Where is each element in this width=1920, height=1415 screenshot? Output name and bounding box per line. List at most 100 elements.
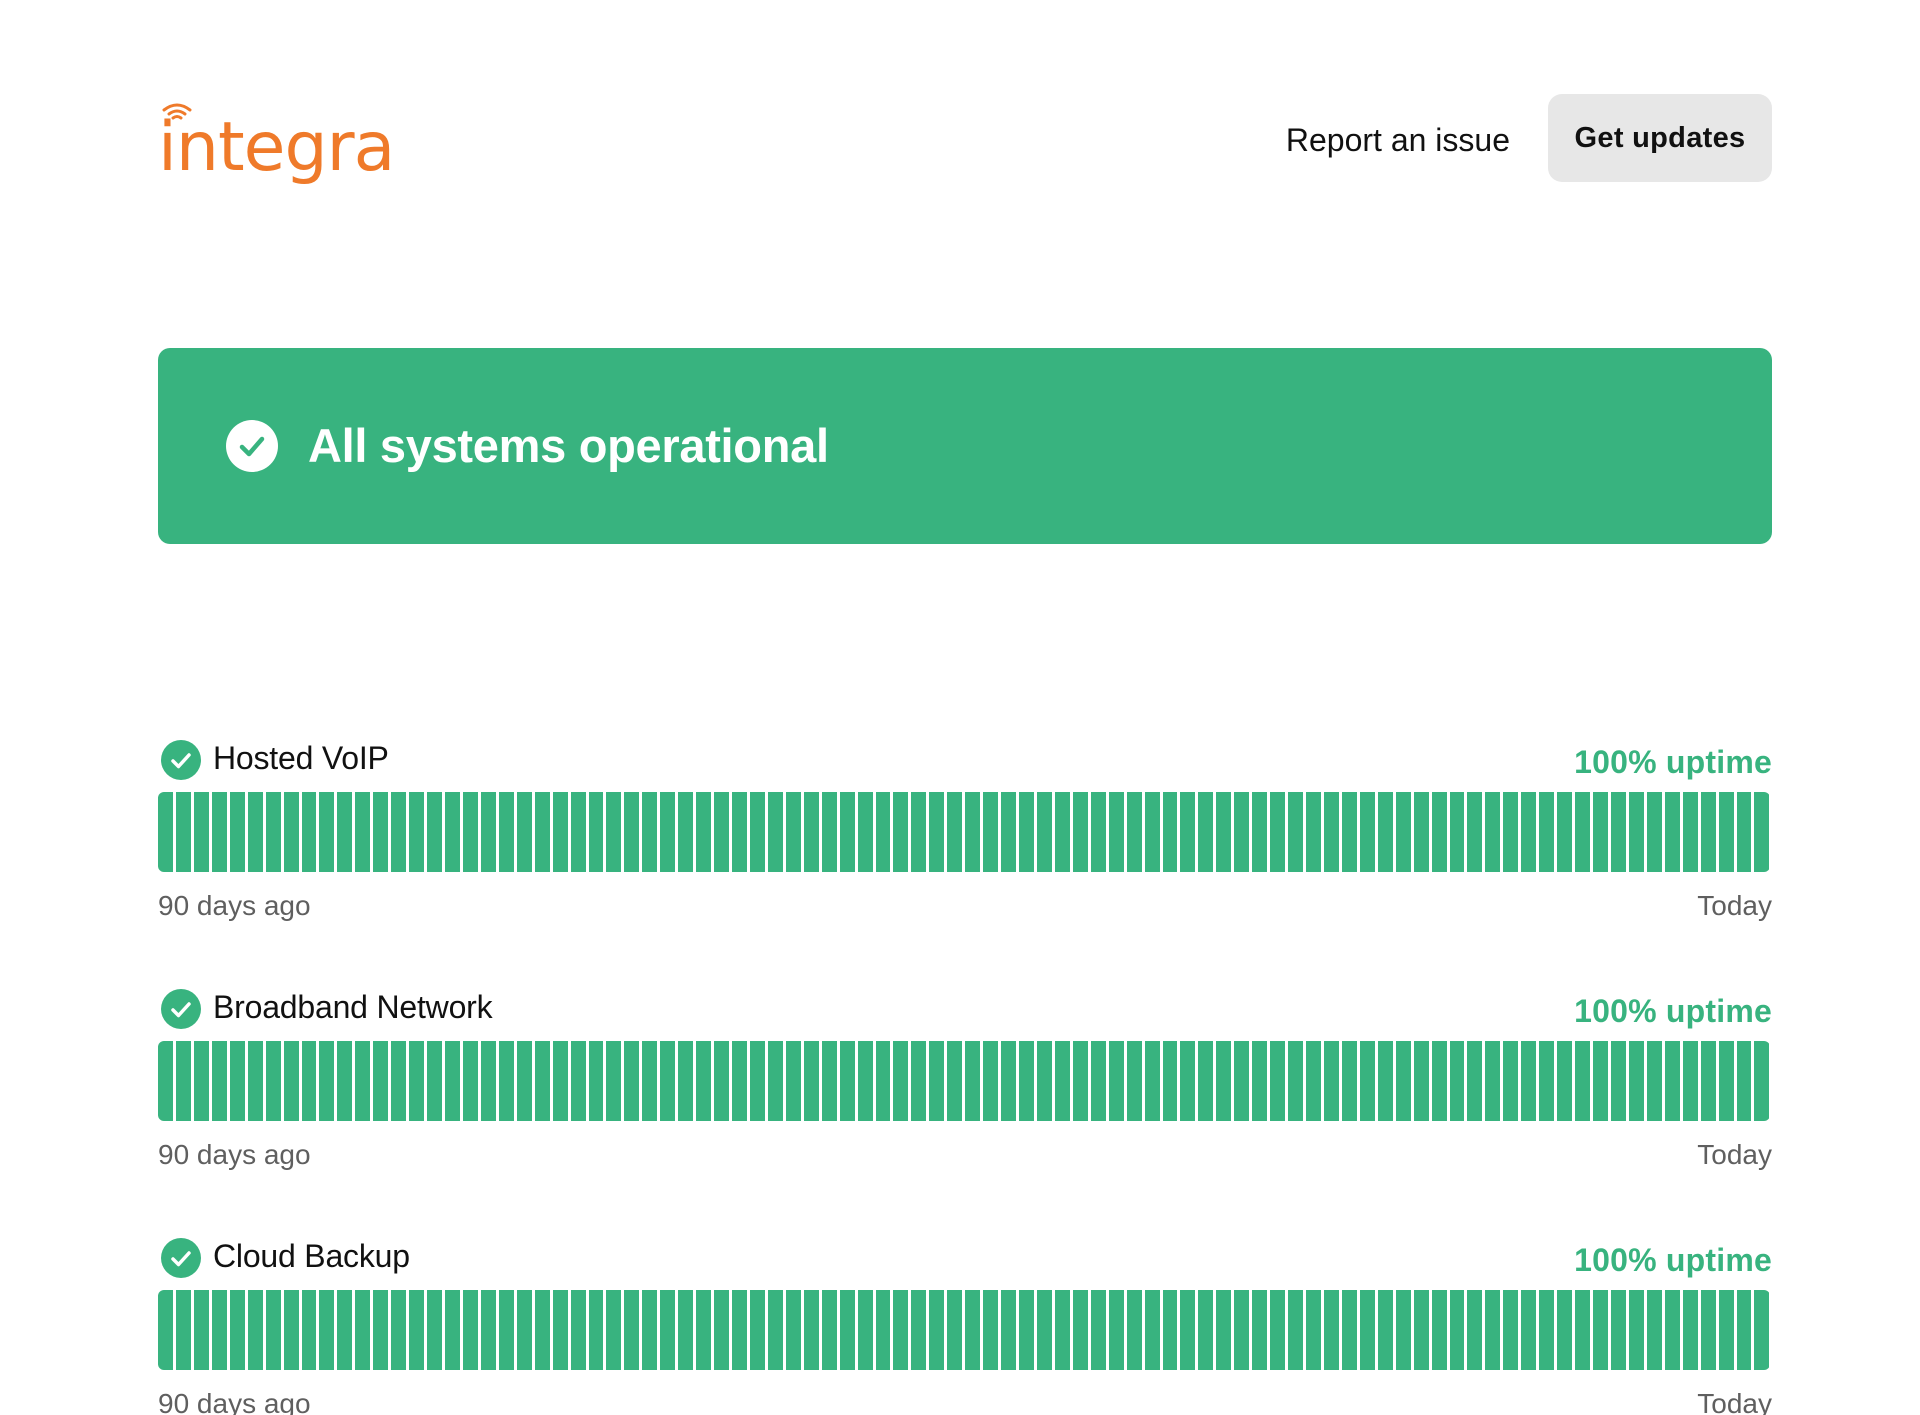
uptime-day-segment[interactable]: [229, 1041, 245, 1121]
uptime-day-segment[interactable]: [1270, 1041, 1286, 1121]
uptime-day-segment[interactable]: [319, 1041, 335, 1121]
uptime-day-segment[interactable]: [767, 1041, 783, 1121]
uptime-day-segment[interactable]: [247, 792, 263, 872]
uptime-day-segment[interactable]: [1610, 1290, 1626, 1370]
uptime-day-segment[interactable]: [839, 1290, 855, 1370]
uptime-day-segment[interactable]: [1521, 1290, 1537, 1370]
uptime-day-segment[interactable]: [1270, 792, 1286, 872]
uptime-day-segment[interactable]: [929, 1041, 945, 1121]
uptime-day-segment[interactable]: [785, 792, 801, 872]
uptime-day-segment[interactable]: [857, 1290, 873, 1370]
uptime-day-segment[interactable]: [1664, 792, 1680, 872]
uptime-day-segment[interactable]: [301, 792, 317, 872]
uptime-day-segment[interactable]: [570, 792, 586, 872]
uptime-day-segment[interactable]: [1718, 792, 1734, 872]
uptime-day-segment[interactable]: [158, 1290, 173, 1370]
uptime-day-segment[interactable]: [1377, 1041, 1393, 1121]
uptime-day-segment[interactable]: [1449, 1290, 1465, 1370]
uptime-day-segment[interactable]: [660, 1290, 676, 1370]
uptime-day-segment[interactable]: [1521, 792, 1537, 872]
uptime-day-segment[interactable]: [1485, 1290, 1501, 1370]
uptime-day-segment[interactable]: [678, 792, 694, 872]
uptime-day-segment[interactable]: [158, 1041, 173, 1121]
uptime-day-segment[interactable]: [1682, 1290, 1698, 1370]
uptime-day-segment[interactable]: [696, 1290, 712, 1370]
integra-logo[interactable]: integra: [158, 96, 395, 182]
uptime-day-segment[interactable]: [642, 792, 658, 872]
uptime-day-segment[interactable]: [1503, 1041, 1519, 1121]
uptime-day-segment[interactable]: [409, 1041, 425, 1121]
uptime-day-segment[interactable]: [660, 792, 676, 872]
uptime-day-segment[interactable]: [1234, 1041, 1250, 1121]
uptime-day-segment[interactable]: [534, 1041, 550, 1121]
uptime-day-segment[interactable]: [427, 1290, 442, 1370]
uptime-day-segment[interactable]: [462, 1290, 478, 1370]
uptime-day-segment[interactable]: [624, 1041, 640, 1121]
uptime-day-segment[interactable]: [1126, 1041, 1142, 1121]
uptime-day-segment[interactable]: [1306, 1290, 1321, 1370]
uptime-day-segment[interactable]: [1036, 1290, 1052, 1370]
uptime-day-segment[interactable]: [714, 792, 729, 872]
uptime-day-segment[interactable]: [624, 1290, 640, 1370]
uptime-day-segment[interactable]: [445, 1041, 460, 1121]
uptime-day-segment[interactable]: [1575, 1041, 1590, 1121]
uptime-day-segment[interactable]: [1539, 792, 1555, 872]
uptime-day-segment[interactable]: [283, 1290, 299, 1370]
uptime-day-segment[interactable]: [678, 1290, 694, 1370]
uptime-day-segment[interactable]: [373, 1041, 389, 1121]
uptime-day-segment[interactable]: [1270, 1290, 1286, 1370]
uptime-day-segment[interactable]: [1001, 1290, 1016, 1370]
uptime-day-segment[interactable]: [821, 1290, 837, 1370]
uptime-day-segment[interactable]: [373, 792, 389, 872]
uptime-day-segment[interactable]: [193, 792, 209, 872]
uptime-day-segment[interactable]: [1377, 792, 1393, 872]
uptime-day-segment[interactable]: [911, 1290, 927, 1370]
uptime-day-segment[interactable]: [767, 792, 783, 872]
uptime-day-segment[interactable]: [373, 1290, 389, 1370]
uptime-day-segment[interactable]: [1449, 792, 1465, 872]
uptime-day-segment[interactable]: [1539, 1041, 1555, 1121]
uptime-day-segment[interactable]: [570, 1041, 586, 1121]
uptime-day-segment[interactable]: [803, 1290, 819, 1370]
uptime-day-segment[interactable]: [1072, 1041, 1088, 1121]
uptime-day-segment[interactable]: [983, 1041, 999, 1121]
uptime-day-segment[interactable]: [696, 792, 712, 872]
uptime-day-segment[interactable]: [965, 1290, 981, 1370]
uptime-day-segment[interactable]: [319, 1290, 335, 1370]
uptime-day-segment[interactable]: [229, 792, 245, 872]
uptime-day-segment[interactable]: [265, 1041, 281, 1121]
uptime-day-segment[interactable]: [785, 1041, 801, 1121]
uptime-day-segment[interactable]: [1252, 1290, 1268, 1370]
uptime-day-segment[interactable]: [570, 1290, 586, 1370]
uptime-day-segment[interactable]: [1503, 1290, 1519, 1370]
uptime-day-segment[interactable]: [1162, 1290, 1178, 1370]
uptime-day-segment[interactable]: [588, 1041, 604, 1121]
uptime-day-segment[interactable]: [1628, 792, 1644, 872]
uptime-day-segment[interactable]: [498, 792, 514, 872]
uptime-day-segment[interactable]: [1036, 792, 1052, 872]
uptime-day-segment[interactable]: [1036, 1041, 1052, 1121]
uptime-day-segment[interactable]: [1323, 1290, 1339, 1370]
uptime-day-segment[interactable]: [1359, 792, 1375, 872]
uptime-day-segment[interactable]: [1180, 792, 1196, 872]
uptime-day-segment[interactable]: [516, 792, 532, 872]
uptime-day-segment[interactable]: [983, 792, 999, 872]
uptime-day-segment[interactable]: [337, 1290, 353, 1370]
uptime-day-segment[interactable]: [965, 1041, 981, 1121]
uptime-day-segment[interactable]: [1072, 1290, 1088, 1370]
uptime-day-segment[interactable]: [445, 1290, 460, 1370]
uptime-day-segment[interactable]: [1395, 792, 1411, 872]
uptime-day-segment[interactable]: [480, 1290, 496, 1370]
uptime-day-segment[interactable]: [1072, 792, 1088, 872]
uptime-day-segment[interactable]: [1700, 792, 1716, 872]
uptime-day-segment[interactable]: [606, 1290, 622, 1370]
uptime-day-segment[interactable]: [1306, 792, 1321, 872]
uptime-day-segment[interactable]: [1754, 1290, 1770, 1370]
uptime-day-segment[interactable]: [803, 1041, 819, 1121]
uptime-day-segment[interactable]: [301, 1290, 317, 1370]
uptime-day-segment[interactable]: [732, 1290, 747, 1370]
uptime-day-segment[interactable]: [767, 1290, 783, 1370]
uptime-day-segment[interactable]: [193, 1290, 209, 1370]
uptime-day-segment[interactable]: [193, 1041, 209, 1121]
uptime-day-segment[interactable]: [1090, 1041, 1106, 1121]
